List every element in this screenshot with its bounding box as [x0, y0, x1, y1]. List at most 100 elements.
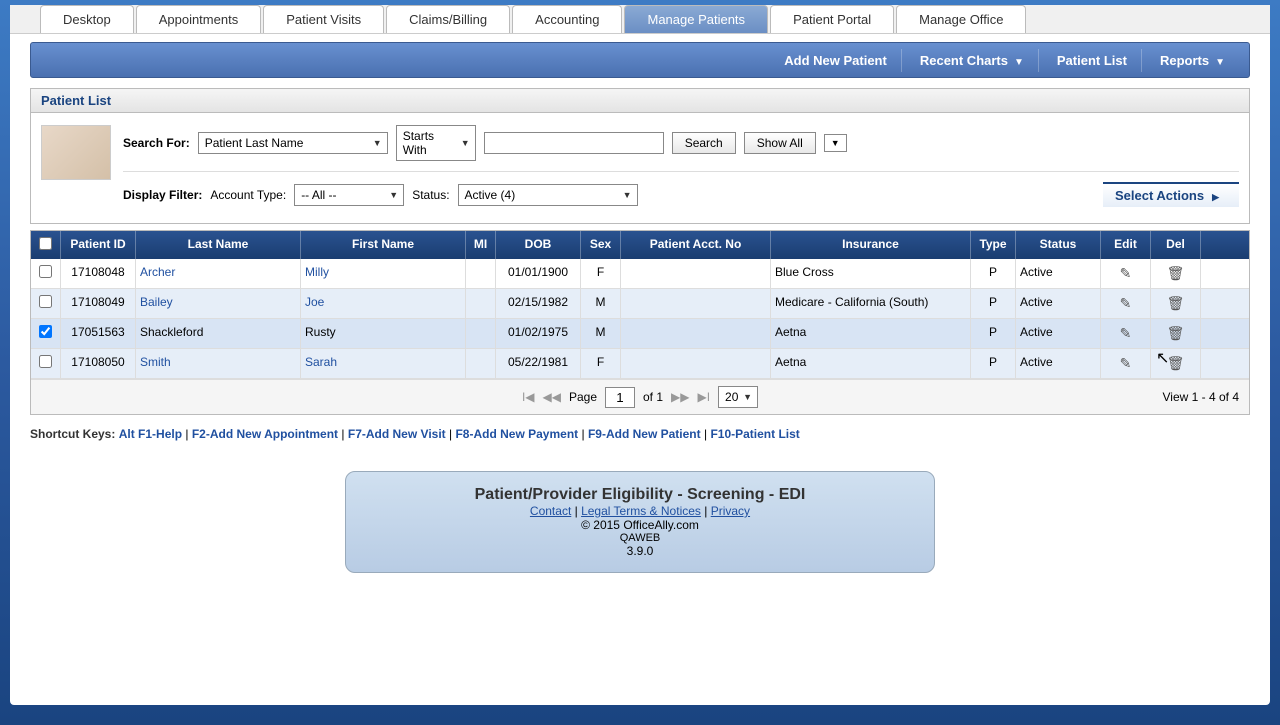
shortcuts-label: Shortcut Keys: [30, 427, 115, 441]
select-all-checkbox[interactable] [39, 237, 52, 250]
row-checkbox[interactable] [39, 355, 52, 368]
cell-sex: F [581, 259, 621, 288]
col-patient-id[interactable]: Patient ID [61, 231, 136, 259]
cell-status: Active [1016, 289, 1101, 318]
col-sex[interactable]: Sex [581, 231, 621, 259]
cell-type: P [971, 259, 1016, 288]
shortcut-link[interactable]: F10-Patient List [710, 427, 799, 441]
view-range-text: View 1 - 4 of 4 [1163, 390, 1240, 404]
col-last-name[interactable]: Last Name [136, 231, 301, 259]
search-options-dropdown[interactable]: ▼ [824, 134, 847, 152]
shortcut-link[interactable]: Alt F1-Help [119, 427, 182, 441]
col-acct-no[interactable]: Patient Acct. No [621, 231, 771, 259]
cell-acct [621, 319, 771, 348]
col-status[interactable]: Status [1016, 231, 1101, 259]
cell-patient-id: 17108049 [61, 289, 136, 318]
cell-status: Active [1016, 349, 1101, 378]
footer-box: Patient/Provider Eligibility - Screening… [345, 471, 935, 573]
reports-button[interactable]: Reports▼ [1146, 49, 1239, 72]
row-checkbox[interactable] [39, 325, 52, 338]
col-first-name[interactable]: First Name [301, 231, 466, 259]
add-new-patient-button[interactable]: Add New Patient [770, 49, 902, 72]
tab-manage-patients[interactable]: Manage Patients [624, 5, 768, 33]
cell-type: P [971, 349, 1016, 378]
legal-link[interactable]: Legal Terms & Notices [581, 504, 701, 518]
cell-last-name[interactable]: Smith [140, 355, 171, 369]
copyright-text: © 2015 OfficeAlly.com [360, 518, 920, 532]
account-type-label: Account Type: [210, 188, 286, 202]
cell-acct [621, 289, 771, 318]
cell-first-name[interactable]: Milly [305, 265, 329, 279]
panel-title: Patient List [31, 89, 1249, 113]
privacy-link[interactable]: Privacy [711, 504, 750, 518]
tab-patient-portal[interactable]: Patient Portal [770, 5, 894, 33]
cell-last-name[interactable]: Archer [140, 265, 175, 279]
pencil-icon[interactable]: ✎ [1120, 325, 1132, 341]
shortcut-keys: Shortcut Keys: Alt F1-Help | F2-Add New … [30, 427, 1250, 441]
trash-icon[interactable]: 🗑 [1167, 325, 1185, 341]
tab-patient-visits[interactable]: Patient Visits [263, 5, 384, 33]
cell-acct [621, 259, 771, 288]
recent-charts-button[interactable]: Recent Charts▼ [906, 49, 1039, 72]
tab-claims-billing[interactable]: Claims/Billing [386, 5, 510, 33]
search-button[interactable]: Search [672, 132, 736, 154]
tab-appointments[interactable]: Appointments [136, 5, 262, 33]
search-for-label: Search For: [123, 136, 190, 150]
cell-dob: 02/15/1982 [496, 289, 581, 318]
next-page-icon[interactable]: ▶▶ [671, 390, 689, 404]
trash-icon[interactable]: 🗑 [1167, 355, 1185, 371]
trash-icon[interactable]: 🗑 [1167, 295, 1185, 311]
status-label: Status: [412, 188, 449, 202]
patient-grid: Patient ID Last Name First Name MI DOB S… [30, 230, 1250, 415]
page-input[interactable] [605, 387, 635, 408]
cell-mi [466, 349, 496, 378]
row-checkbox[interactable] [39, 295, 52, 308]
cell-mi [466, 289, 496, 318]
cell-type: P [971, 319, 1016, 348]
row-checkbox[interactable] [39, 265, 52, 278]
shortcut-link[interactable]: F2-Add New Appointment [192, 427, 338, 441]
server-text: QAWEB [360, 532, 920, 544]
first-page-icon[interactable]: I◀ [522, 390, 535, 404]
cell-first-name[interactable]: Joe [305, 295, 324, 309]
search-input[interactable] [484, 132, 664, 154]
patient-list-button[interactable]: Patient List [1043, 49, 1142, 72]
pencil-icon[interactable]: ✎ [1120, 265, 1132, 281]
per-page-select[interactable]: 20 [718, 386, 758, 408]
cell-first-name: Rusty [305, 325, 336, 339]
tab-manage-office[interactable]: Manage Office [896, 5, 1026, 33]
contact-link[interactable]: Contact [530, 504, 571, 518]
last-page-icon[interactable]: ▶I [697, 390, 710, 404]
show-all-button[interactable]: Show All [744, 132, 816, 154]
page-label: Page [569, 390, 597, 404]
col-dob[interactable]: DOB [496, 231, 581, 259]
status-select[interactable]: Active (4) [458, 184, 638, 206]
trash-icon[interactable]: 🗑 [1167, 265, 1185, 281]
search-field-select[interactable]: Patient Last Name [198, 132, 388, 154]
col-insurance[interactable]: Insurance [771, 231, 971, 259]
col-mi[interactable]: MI [466, 231, 496, 259]
cell-first-name[interactable]: Sarah [305, 355, 337, 369]
cell-last-name[interactable]: Bailey [140, 295, 173, 309]
chevron-down-icon: ▼ [1014, 57, 1024, 68]
tab-accounting[interactable]: Accounting [512, 5, 622, 33]
shortcut-link[interactable]: F9-Add New Patient [588, 427, 701, 441]
footer-title: Patient/Provider Eligibility - Screening… [360, 486, 920, 504]
tab-desktop[interactable]: Desktop [40, 5, 134, 33]
cell-dob: 01/02/1975 [496, 319, 581, 348]
pencil-icon[interactable]: ✎ [1120, 295, 1132, 311]
display-filter-label: Display Filter: [123, 188, 202, 202]
col-del: Del [1151, 231, 1201, 259]
select-actions-button[interactable]: Select Actions [1103, 182, 1239, 207]
cell-dob: 01/01/1900 [496, 259, 581, 288]
cell-sex: F [581, 349, 621, 378]
col-type[interactable]: Type [971, 231, 1016, 259]
cell-insurance: Aetna [771, 349, 971, 378]
account-type-select[interactable]: -- All -- [294, 184, 404, 206]
shortcut-link[interactable]: F7-Add New Visit [348, 427, 446, 441]
shortcut-link[interactable]: F8-Add New Payment [455, 427, 578, 441]
pencil-icon[interactable]: ✎ [1120, 355, 1132, 371]
search-match-select[interactable]: Starts With [396, 125, 476, 161]
prev-page-icon[interactable]: ◀◀ [543, 390, 561, 404]
cell-patient-id: 17108048 [61, 259, 136, 288]
